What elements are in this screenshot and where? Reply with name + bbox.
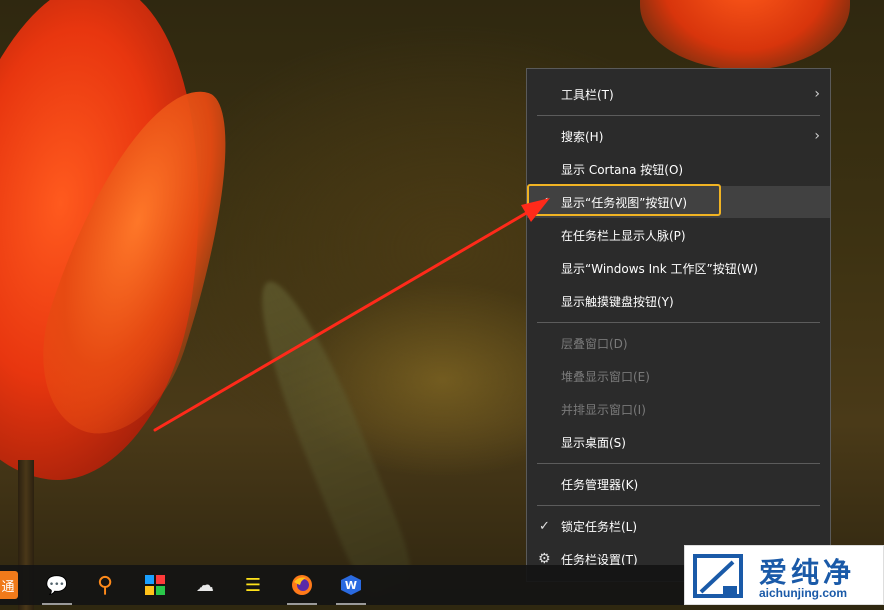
highlight-annotation-box: [527, 184, 721, 216]
blurred-leaf: [240, 270, 420, 600]
menu-item-label: 显示桌面(S): [561, 435, 626, 450]
menu-item-label: 堆叠显示窗口(E): [561, 369, 650, 384]
menu-separator: [537, 322, 820, 323]
menu-item-label: 在任务栏上显示人脉(P): [561, 228, 686, 243]
notes-lines-app-icon[interactable]: ☰: [236, 569, 270, 601]
taskbar-context-menu: 工具栏(T) › 搜索(H) › 显示 Cortana 按钮(O) ✓ 显示“任…: [526, 68, 831, 582]
menu-item-label: 显示触摸键盘按钮(Y): [561, 294, 674, 309]
menu-item-label: 工具栏(T): [561, 87, 614, 102]
cloud-app-icon[interactable]: ☁: [188, 569, 222, 601]
menu-item-show-desktop[interactable]: 显示桌面(S): [527, 426, 830, 458]
colorful-tiles-app-icon[interactable]: [138, 569, 172, 601]
menu-item-label: 层叠窗口(D): [561, 336, 628, 351]
firefox-glyph: [292, 575, 312, 595]
partial-app-glyph: 通: [1, 579, 15, 595]
menu-separator: [537, 115, 820, 116]
menu-item-label: 锁定任务栏(L): [561, 519, 638, 534]
chevron-right-icon: ›: [814, 128, 820, 144]
menu-item-side-by-side-windows: 并排显示窗口(I): [527, 393, 830, 425]
menu-item-show-cortana-button[interactable]: 显示 Cortana 按钮(O): [527, 153, 830, 185]
watermark-title: 爱纯净: [759, 556, 856, 589]
chevron-right-icon: ›: [814, 86, 820, 102]
menu-separator: [537, 505, 820, 506]
menu-item-search[interactable]: 搜索(H) ›: [527, 120, 830, 152]
menu-item-show-windows-ink-button[interactable]: 显示“Windows Ink 工作区”按钮(W): [527, 252, 830, 284]
menu-item-label: 搜索(H): [561, 129, 604, 144]
partial-app-icon[interactable]: 通: [0, 571, 18, 599]
search-magnifier-app-icon[interactable]: ⚲: [88, 569, 122, 601]
menu-item-show-touch-keyboard-button[interactable]: 显示触摸键盘按钮(Y): [527, 285, 830, 317]
tulip-petal-top-right: [640, 0, 850, 70]
cloud-glyph: ☁: [196, 574, 214, 596]
menu-item-show-people[interactable]: 在任务栏上显示人脉(P): [527, 219, 830, 251]
wechat-glyph: 💬: [45, 574, 69, 596]
magnifier-glyph: ⚲: [96, 572, 114, 598]
menu-item-label: 显示“Windows Ink 工作区”按钮(W): [561, 261, 758, 276]
menu-item-toolbars[interactable]: 工具栏(T) ›: [527, 78, 830, 110]
watermark-logo-icon: [693, 554, 743, 598]
menu-item-label: 显示 Cortana 按钮(O): [561, 162, 684, 177]
tiles-glyph: [145, 575, 165, 595]
menu-item-task-manager[interactable]: 任务管理器(K): [527, 468, 830, 500]
menu-item-label: 并排显示窗口(I): [561, 402, 646, 417]
firefox-icon[interactable]: [285, 569, 319, 605]
menu-item-lock-taskbar[interactable]: ✓ 锁定任务栏(L): [527, 510, 830, 542]
wechat-icon[interactable]: 💬: [40, 569, 74, 605]
menu-separator: [537, 463, 820, 464]
watermark-url: aichunjing.com: [759, 586, 848, 600]
notes-glyph: ☰: [244, 574, 262, 596]
menu-item-cascade-windows: 层叠窗口(D): [527, 327, 830, 359]
menu-item-stack-windows: 堆叠显示窗口(E): [527, 360, 830, 392]
wps-office-icon[interactable]: W: [334, 569, 368, 605]
wps-glyph: W: [341, 575, 361, 595]
site-watermark: 爱纯净 aichunjing.com: [684, 545, 884, 605]
menu-item-label: 任务管理器(K): [561, 477, 639, 492]
svg-text:W: W: [345, 579, 357, 592]
checkmark-icon: ✓: [539, 518, 550, 534]
